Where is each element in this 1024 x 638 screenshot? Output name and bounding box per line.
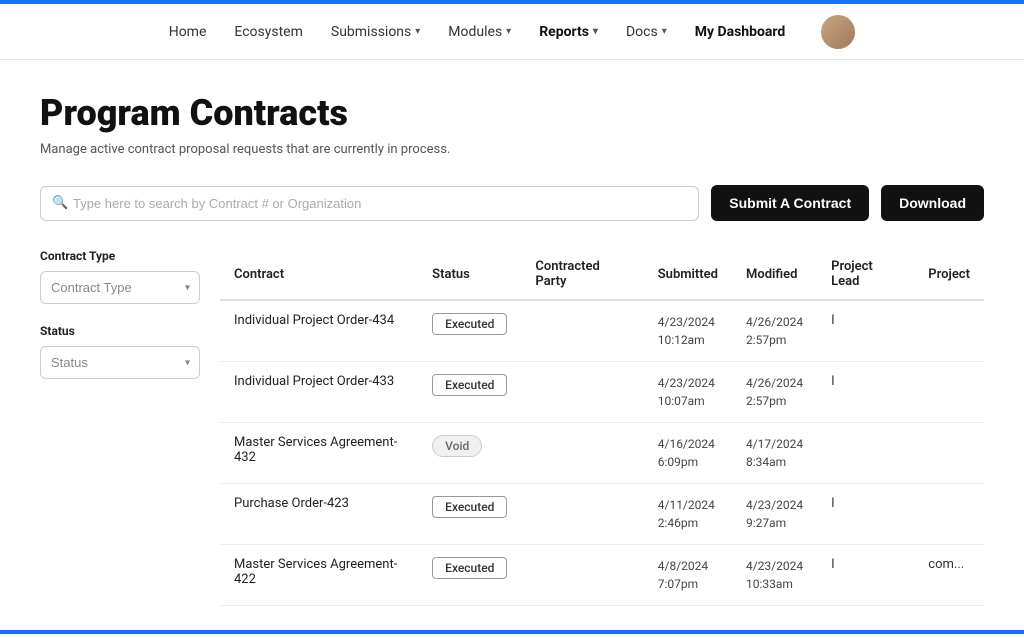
filter-contract-type-label: Contract Type — [40, 249, 200, 263]
filter-contract-type-group: Contract Type Contract Type ▾ — [40, 249, 200, 304]
filter-contract-type-select[interactable]: Contract Type — [40, 271, 200, 304]
main-layout: Contract Type Contract Type ▾ Status Sta… — [40, 249, 984, 606]
cell-modified: 4/26/20242:57pm — [732, 300, 817, 362]
modules-chevron-icon: ▾ — [506, 26, 511, 37]
cell-submitted: 4/23/202410:07am — [644, 362, 732, 423]
table-row[interactable]: Master Services Agreement-432 Void 4/16/… — [220, 423, 984, 484]
nav-label-reports: Reports — [539, 24, 589, 40]
nav-item-home[interactable]: Home — [169, 24, 207, 40]
cell-submitted: 4/16/20246:09pm — [644, 423, 732, 484]
filter-status-label: Status — [40, 324, 200, 338]
col-modified: Modified — [732, 249, 817, 300]
page-content: Program Contracts Manage active contract… — [0, 60, 1024, 638]
search-wrap: 🔍 — [40, 186, 699, 221]
cell-project — [914, 484, 984, 545]
nav-item-docs[interactable]: Docs ▾ — [626, 24, 667, 40]
cell-project — [914, 300, 984, 362]
nav-item-ecosystem[interactable]: Ecosystem — [234, 24, 303, 40]
cell-project — [914, 423, 984, 484]
cell-contract: Master Services Agreement-432 — [220, 423, 418, 484]
cell-project-lead — [817, 423, 914, 484]
cell-project: com... — [914, 545, 984, 606]
cell-project-lead: I — [817, 362, 914, 423]
cell-status: Void — [418, 423, 521, 484]
cell-contract: Individual Project Order-434 — [220, 300, 418, 362]
table-row[interactable]: Purchase Order-423 Executed 4/11/20242:4… — [220, 484, 984, 545]
col-status: Status — [418, 249, 521, 300]
cell-submitted: 4/23/202410:12am — [644, 300, 732, 362]
filter-contract-type-wrap: Contract Type ▾ — [40, 271, 200, 304]
nav-item-submissions[interactable]: Submissions ▾ — [331, 24, 420, 40]
col-submitted: Submitted — [644, 249, 732, 300]
table-header: Contract Status Contracted Party Submitt… — [220, 249, 984, 300]
page-title: Program Contracts — [40, 92, 984, 134]
navbar: Home Ecosystem Submissions ▾ Modules ▾ R… — [0, 4, 1024, 60]
cell-project-lead: I — [817, 300, 914, 362]
filter-status-select[interactable]: Status — [40, 346, 200, 379]
cell-modified: 4/26/20242:57pm — [732, 362, 817, 423]
controls-row: 🔍 Submit A Contract Download — [40, 185, 984, 221]
search-input[interactable] — [40, 186, 699, 221]
submit-contract-button[interactable]: Submit A Contract — [711, 185, 869, 221]
nav-label-modules: Modules — [448, 24, 502, 40]
cell-contract: Master Services Agreement-422 — [220, 545, 418, 606]
reports-chevron-icon: ▾ — [593, 26, 598, 37]
cell-contracted-party — [521, 300, 643, 362]
cell-submitted: 4/11/20242:46pm — [644, 484, 732, 545]
cell-submitted: 4/8/20247:07pm — [644, 545, 732, 606]
cell-contract: Individual Project Order-433 — [220, 362, 418, 423]
table-row[interactable]: Master Services Agreement-422 Executed 4… — [220, 545, 984, 606]
col-contracted-party: Contracted Party — [521, 249, 643, 300]
cell-contracted-party — [521, 484, 643, 545]
table-row[interactable]: Individual Project Order-434 Executed 4/… — [220, 300, 984, 362]
cell-status: Executed — [418, 362, 521, 423]
col-project-lead: Project Lead — [817, 249, 914, 300]
nav-item-reports[interactable]: Reports ▾ — [539, 24, 598, 40]
cell-status: Executed — [418, 545, 521, 606]
avatar — [821, 15, 855, 49]
col-project: Project — [914, 249, 984, 300]
docs-chevron-icon: ▾ — [662, 26, 667, 37]
search-icon: 🔍 — [52, 196, 68, 211]
sidebar-filters: Contract Type Contract Type ▾ Status Sta… — [40, 249, 220, 606]
cell-project — [914, 362, 984, 423]
cell-project-lead: I — [817, 484, 914, 545]
col-contract: Contract — [220, 249, 418, 300]
cell-status: Executed — [418, 300, 521, 362]
submissions-chevron-icon: ▾ — [415, 26, 420, 37]
cell-contracted-party — [521, 362, 643, 423]
nav-label-dashboard: My Dashboard — [695, 24, 786, 40]
nav-label-ecosystem: Ecosystem — [234, 24, 303, 40]
table-wrap: Contract Status Contracted Party Submitt… — [220, 249, 984, 606]
filter-status-wrap: Status ▾ — [40, 346, 200, 379]
cell-modified: 4/23/20249:27am — [732, 484, 817, 545]
cell-contracted-party — [521, 545, 643, 606]
nav-item-dashboard[interactable]: My Dashboard — [695, 24, 786, 40]
nav-item-modules[interactable]: Modules ▾ — [448, 24, 511, 40]
cell-project-lead: I — [817, 545, 914, 606]
nav-label-home: Home — [169, 24, 207, 40]
cell-modified: 4/23/202410:33am — [732, 545, 817, 606]
nav-label-docs: Docs — [626, 24, 658, 40]
nav-label-submissions: Submissions — [331, 24, 411, 40]
nav-links: Home Ecosystem Submissions ▾ Modules ▾ R… — [169, 15, 856, 49]
page-subtitle: Manage active contract proposal requests… — [40, 142, 984, 157]
cell-status: Executed — [418, 484, 521, 545]
bottom-border — [0, 630, 1024, 634]
avatar-image — [821, 15, 855, 49]
contracts-table: Contract Status Contracted Party Submitt… — [220, 249, 984, 606]
table-body: Individual Project Order-434 Executed 4/… — [220, 300, 984, 606]
filter-status-group: Status Status ▾ — [40, 324, 200, 379]
table-row[interactable]: Individual Project Order-433 Executed 4/… — [220, 362, 984, 423]
cell-contract: Purchase Order-423 — [220, 484, 418, 545]
cell-modified: 4/17/20248:34am — [732, 423, 817, 484]
download-button[interactable]: Download — [881, 185, 984, 221]
cell-contracted-party — [521, 423, 643, 484]
